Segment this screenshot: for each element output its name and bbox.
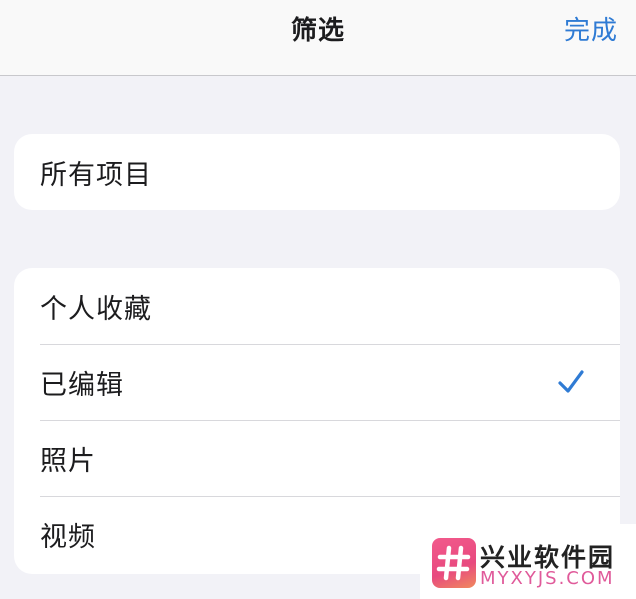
- checkmark-icon: [558, 370, 584, 393]
- filter-option-label: 所有项目: [40, 159, 152, 191]
- navigation-bar: 筛选 完成: [0, 0, 636, 76]
- watermark: 兴业软件园 MYXYJS.COM: [420, 524, 636, 599]
- filter-group-all: 所有项目: [14, 134, 620, 210]
- hashtag-icon: [432, 538, 476, 588]
- filter-option-label: 已编辑: [40, 369, 124, 401]
- filter-screen: 筛选 完成 所有项目 个人收藏 已编辑 照片 视频 兴业软件园 MYXYJS.C…: [0, 0, 636, 599]
- filter-option-label: 照片: [40, 445, 96, 477]
- filter-option-edited[interactable]: 已编辑: [14, 344, 620, 420]
- filter-option-favorites[interactable]: 个人收藏: [14, 268, 620, 344]
- filter-option-label: 视频: [40, 521, 96, 553]
- filter-option-all-items[interactable]: 所有项目: [14, 134, 620, 210]
- filter-option-photos[interactable]: 照片: [14, 420, 620, 496]
- watermark-url: MYXYJS.COM: [480, 568, 615, 589]
- done-button[interactable]: 完成: [564, 10, 618, 47]
- filter-option-label: 个人收藏: [40, 293, 152, 325]
- page-title: 筛选: [290, 16, 345, 46]
